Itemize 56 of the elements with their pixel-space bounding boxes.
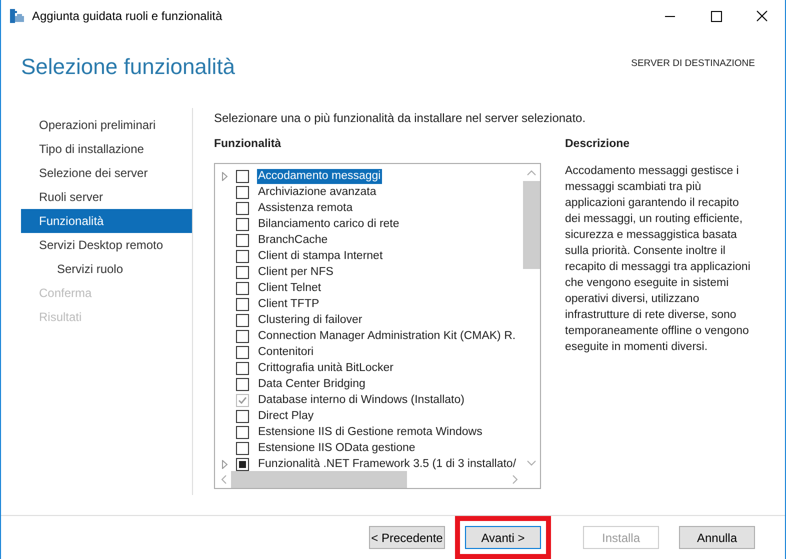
feature-label[interactable]: Client Telnet — [257, 280, 322, 296]
checkbox[interactable] — [236, 250, 249, 262]
description-heading: Descrizione — [565, 137, 631, 152]
wizard-step[interactable]: Servizi Desktop remoto — [21, 233, 192, 257]
checkbox[interactable] — [236, 362, 249, 374]
checkbox[interactable] — [236, 410, 249, 422]
feature-label[interactable]: Funzionalità .NET Framework 3.5 (1 di 3 installato/ — [257, 456, 518, 472]
checkbox[interactable] — [236, 378, 249, 390]
wizard-step[interactable]: Selezione dei server — [21, 161, 192, 185]
checkbox[interactable] — [236, 170, 249, 182]
feature-label[interactable]: Estensione IIS di Gestione remota Windows — [257, 424, 484, 440]
feature-label[interactable]: Client per NFS — [257, 264, 334, 280]
feature-label[interactable]: Assistenza remota — [257, 200, 354, 216]
feature-label[interactable]: Client TFTP — [257, 296, 320, 312]
instruction-text: Selezionare una o più funzionalità da installare nel server selezionato. — [214, 111, 587, 127]
checkbox[interactable] — [236, 442, 249, 454]
checkbox[interactable] — [236, 298, 249, 310]
feature-label[interactable]: Clustering di failover — [257, 312, 364, 328]
description-text: Accodamento messaggi gestisce i messaggi scambiati tra più applicazioni garantendo il recapito dei messaggi, un routing efficiente, sicurezza e messaggistica basata sulla priorità. Consente inoltre il recapito di messaggi tra applicazioni che vengono eseguite in sistemi operativi diversi, utilizzano infrastrutture di rete diverse, sono temporaneamente offline o vengono eseguite in momenti diversi. — [565, 164, 752, 355]
wizard-step[interactable]: Tipo di installazione — [21, 137, 192, 161]
feature-label[interactable]: Direct Play — [257, 408, 315, 424]
checkbox[interactable] — [236, 458, 249, 470]
features-heading: Funzionalità — [214, 137, 282, 152]
checkbox[interactable] — [236, 330, 249, 342]
wizard-step[interactable]: Ruoli server — [21, 185, 192, 209]
expand-arrow-icon[interactable] — [222, 172, 228, 180]
expand-arrow-icon[interactable] — [222, 460, 228, 468]
feature-label[interactable]: Data Center Bridging — [257, 376, 366, 392]
page-title: Selezione funzionalità — [21, 54, 236, 81]
feature-label[interactable]: Contenitori — [257, 344, 315, 360]
checkbox[interactable] — [236, 282, 249, 294]
checkbox[interactable] — [236, 218, 249, 230]
wizard-button[interactable]: Annulla — [679, 526, 755, 549]
checkbox[interactable] — [236, 186, 249, 198]
checkbox[interactable] — [236, 346, 249, 358]
destination-server-label: SERVER DI DESTINAZIONE — [631, 57, 755, 70]
checkbox[interactable] — [236, 202, 249, 214]
feature-label[interactable]: Accodamento messaggi — [257, 168, 382, 184]
feature-label[interactable]: Connection Manager Administration Kit (CMAK) R. — [257, 328, 517, 344]
checkbox[interactable] — [236, 314, 249, 326]
feature-label[interactable]: BranchCache — [257, 232, 329, 248]
feature-label[interactable]: Client di stampa Internet — [257, 248, 384, 264]
wizard-step[interactable]: Servizi ruolo — [21, 257, 192, 281]
window-title: Aggiunta guidata ruoli e funzionalità — [32, 9, 222, 23]
feature-label[interactable]: Bilanciamento carico di rete — [257, 216, 400, 232]
feature-label[interactable]: Estensione IIS OData gestione — [257, 440, 416, 456]
features-tree[interactable] — [214, 163, 541, 489]
checkbox[interactable] — [236, 426, 249, 438]
checkbox[interactable] — [236, 234, 249, 246]
feature-label[interactable]: Archiviazione avanzata — [257, 184, 378, 200]
wizard-button[interactable]: Avanti > — [465, 526, 541, 549]
feature-label[interactable]: Crittografia unità BitLocker — [257, 360, 395, 376]
wizard-step[interactable]: Operazioni preliminari — [21, 113, 192, 137]
checkbox[interactable] — [236, 266, 249, 278]
wizard-button[interactable]: < Precedente — [369, 526, 445, 549]
wizard-step[interactable]: Funzionalità — [21, 209, 192, 233]
